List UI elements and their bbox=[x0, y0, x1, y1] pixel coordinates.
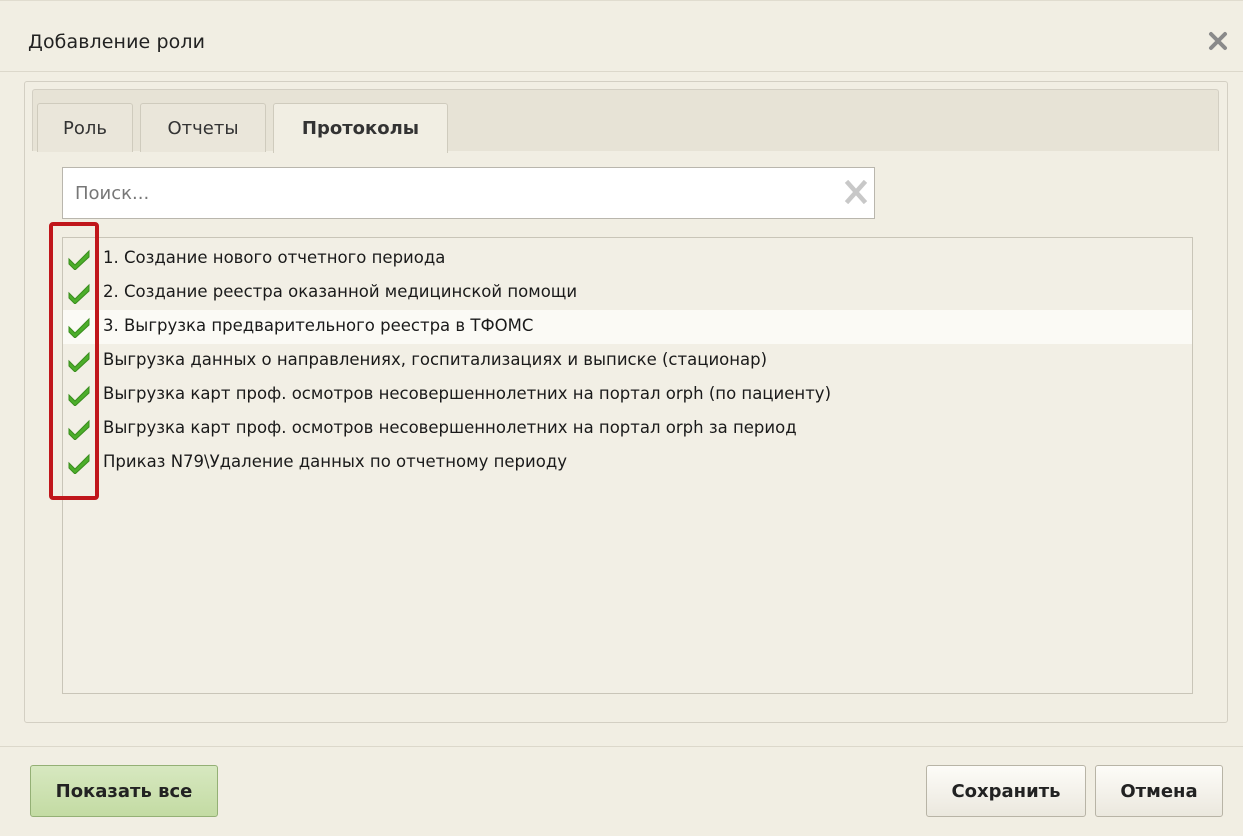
footer-divider bbox=[0, 746, 1243, 747]
protocol-label: Выгрузка карт проф. осмотров несовершенн… bbox=[103, 418, 797, 437]
tree-row[interactable]: Выгрузка данных о направлениях, госпитал… bbox=[63, 344, 1192, 378]
search-input[interactable] bbox=[63, 168, 823, 218]
tree-row[interactable]: 2. Создание реестра оказанной медицинско… bbox=[63, 276, 1192, 310]
clear-x-icon[interactable] bbox=[844, 179, 868, 205]
tree-row[interactable]: Выгрузка карт проф. осмотров несовершенн… bbox=[63, 378, 1192, 412]
show-all-button[interactable]: Показать все bbox=[30, 765, 218, 817]
tab-protocols[interactable]: Протоколы bbox=[273, 103, 448, 153]
search-box bbox=[62, 167, 875, 219]
protocol-label: Выгрузка данных о направлениях, госпитал… bbox=[103, 350, 768, 369]
checkmark-icon[interactable] bbox=[67, 384, 91, 407]
dialog-titlebar: Добавление роли bbox=[0, 11, 1243, 71]
add-role-dialog: Добавление роли Роль Отчеты Протоколы 1.… bbox=[0, 0, 1243, 836]
save-button[interactable]: Сохранить bbox=[926, 765, 1086, 817]
tab-reports[interactable]: Отчеты bbox=[140, 103, 266, 152]
protocol-label: Выгрузка карт проф. осмотров несовершенн… bbox=[103, 384, 832, 403]
checkmark-icon[interactable] bbox=[67, 452, 91, 475]
tab-strip: Роль Отчеты Протоколы bbox=[32, 89, 1219, 153]
title-divider bbox=[0, 71, 1243, 72]
protocol-tree: 1. Создание нового отчетного периода 2. … bbox=[62, 237, 1193, 694]
close-icon[interactable] bbox=[1205, 28, 1231, 54]
checkmark-icon[interactable] bbox=[67, 418, 91, 441]
tree-row[interactable]: 1. Создание нового отчетного периода bbox=[63, 242, 1192, 276]
protocol-label: Приказ N79\Удаление данных по отчетному … bbox=[103, 452, 567, 471]
tree-row[interactable]: 3. Выгрузка предварительного реестра в Т… bbox=[63, 310, 1192, 344]
checkmark-icon[interactable] bbox=[67, 350, 91, 373]
checkmark-icon[interactable] bbox=[67, 316, 91, 339]
checkmark-icon[interactable] bbox=[67, 282, 91, 305]
tab-role[interactable]: Роль bbox=[37, 103, 133, 152]
tree-row[interactable]: Приказ N79\Удаление данных по отчетному … bbox=[63, 446, 1192, 480]
tree-row[interactable]: Выгрузка карт проф. осмотров несовершенн… bbox=[63, 412, 1192, 446]
checkmark-icon[interactable] bbox=[67, 248, 91, 271]
dialog-title: Добавление роли bbox=[28, 31, 206, 53]
cancel-button[interactable]: Отмена bbox=[1095, 765, 1223, 817]
protocol-label: 1. Создание нового отчетного периода bbox=[103, 248, 446, 267]
protocol-label: 2. Создание реестра оказанной медицинско… bbox=[103, 282, 578, 301]
protocol-label: 3. Выгрузка предварительного реестра в Т… bbox=[103, 316, 534, 335]
